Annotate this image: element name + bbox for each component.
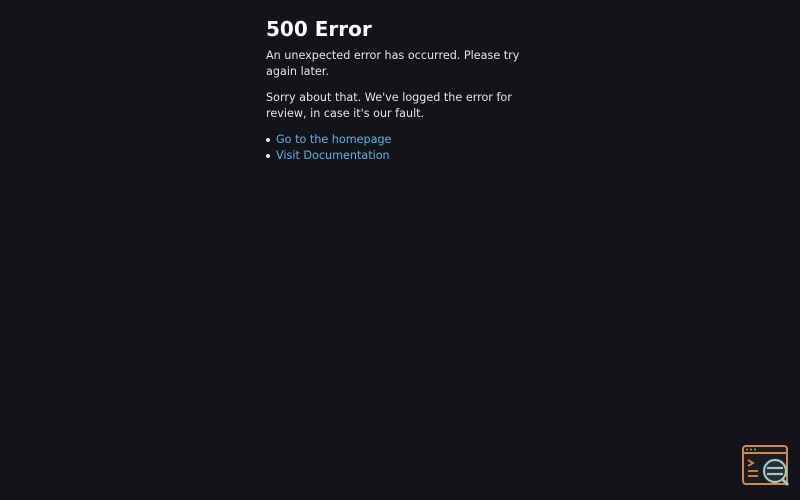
- documentation-link[interactable]: Visit Documentation: [276, 149, 390, 162]
- error-page: 500 Error An unexpected error has occurr…: [0, 0, 800, 500]
- devtools-button[interactable]: [742, 445, 790, 487]
- list-item: Visit Documentation: [266, 148, 546, 164]
- error-message: An unexpected error has occurred. Please…: [266, 49, 520, 78]
- homepage-link[interactable]: Go to the homepage: [276, 133, 391, 146]
- error-apology: Sorry about that. We've logged the error…: [266, 91, 512, 120]
- page-title: 500 Error: [266, 17, 372, 41]
- devtools-icon: [742, 445, 790, 487]
- list-item: Go to the homepage: [266, 132, 546, 148]
- error-content: 500 Error An unexpected error has occurr…: [266, 16, 546, 164]
- help-links: Go to the homepage Visit Documentation: [266, 132, 546, 164]
